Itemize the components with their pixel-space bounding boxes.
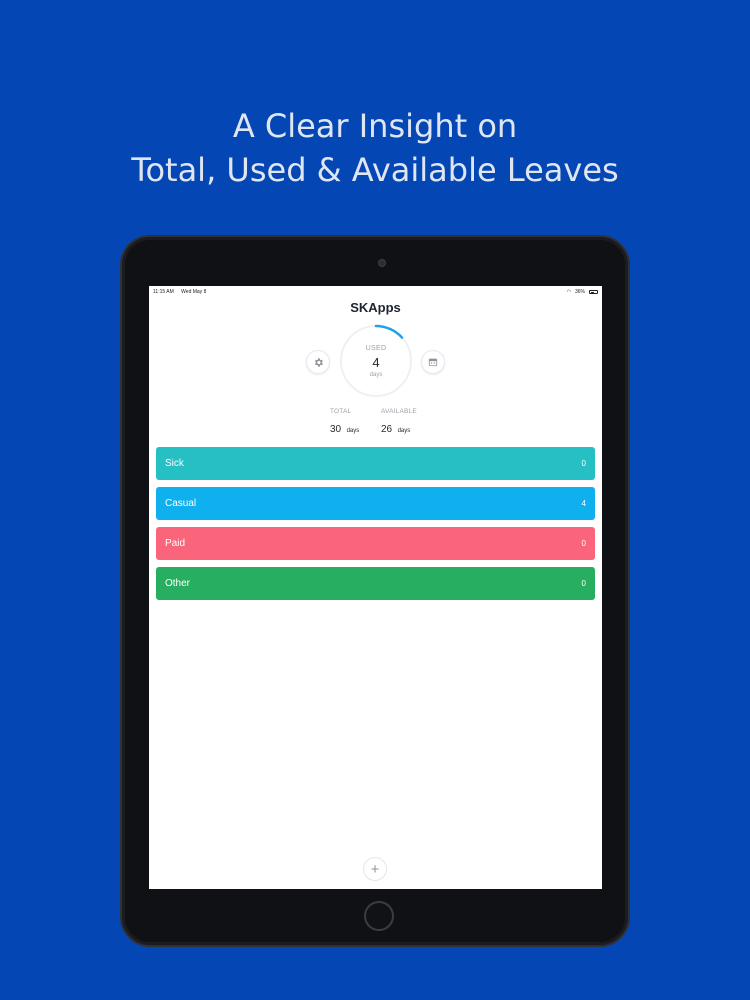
total-label: TOTAL	[330, 408, 352, 415]
status-time: 11:15 AM	[153, 289, 174, 295]
home-button[interactable]	[364, 901, 394, 931]
gear-icon	[314, 357, 323, 367]
total-stat: TOTAL 30 days	[330, 408, 359, 437]
camera	[378, 259, 386, 267]
headline-line-2: Total, Used & Available Leaves	[131, 151, 619, 189]
status-bar: 11:15 AM Wed May 8 ◠ 36%	[149, 286, 602, 298]
app-title: SKApps	[350, 300, 401, 315]
leave-row-paid[interactable]: Paid 0	[156, 527, 595, 560]
headline-line-1: A Clear Insight on	[232, 107, 518, 145]
status-date: Wed May 8	[181, 289, 207, 295]
app-screen: 11:15 AM Wed May 8 ◠ 36% SKApps USED 4 d…	[149, 286, 602, 889]
add-leave-button[interactable]: +	[363, 857, 387, 881]
leave-name: Casual	[165, 498, 197, 509]
leave-row-casual[interactable]: Casual 4	[156, 487, 595, 520]
available-stat: AVAILABLE 26 days	[381, 408, 417, 437]
tablet-frame: 11:15 AM Wed May 8 ◠ 36% SKApps USED 4 d…	[120, 235, 630, 947]
headline: A Clear Insight on Total, Used & Availab…	[0, 104, 750, 192]
leave-name: Other	[165, 578, 191, 589]
leave-count: 0	[581, 459, 586, 468]
available-unit: days	[397, 428, 411, 434]
leave-name: Sick	[165, 458, 184, 469]
calendar-icon	[428, 358, 438, 367]
leave-count: 0	[581, 539, 586, 548]
used-unit: days	[369, 371, 383, 378]
available-value: 26	[381, 424, 393, 435]
leave-row-sick[interactable]: Sick 0	[156, 447, 595, 480]
battery-percent: 36%	[574, 289, 585, 295]
total-unit: days	[346, 428, 360, 434]
leave-count: 0	[581, 579, 586, 588]
total-value: 30	[330, 424, 342, 435]
leave-list: Sick 0 Casual 4 Paid 0 Other 0	[156, 447, 595, 607]
used-label: USED	[365, 344, 387, 352]
used-days-ring: USED 4 days	[337, 322, 415, 400]
available-label: AVAILABLE	[381, 408, 417, 415]
plus-icon: +	[370, 860, 380, 878]
leave-row-other[interactable]: Other 0	[156, 567, 595, 600]
battery-icon	[589, 290, 598, 294]
wifi-icon: ◠	[566, 289, 571, 295]
leave-name: Paid	[165, 538, 186, 549]
leave-count: 4	[581, 499, 586, 508]
calendar-button[interactable]	[421, 350, 445, 374]
settings-button[interactable]	[306, 350, 330, 374]
used-value: 4	[372, 354, 380, 370]
